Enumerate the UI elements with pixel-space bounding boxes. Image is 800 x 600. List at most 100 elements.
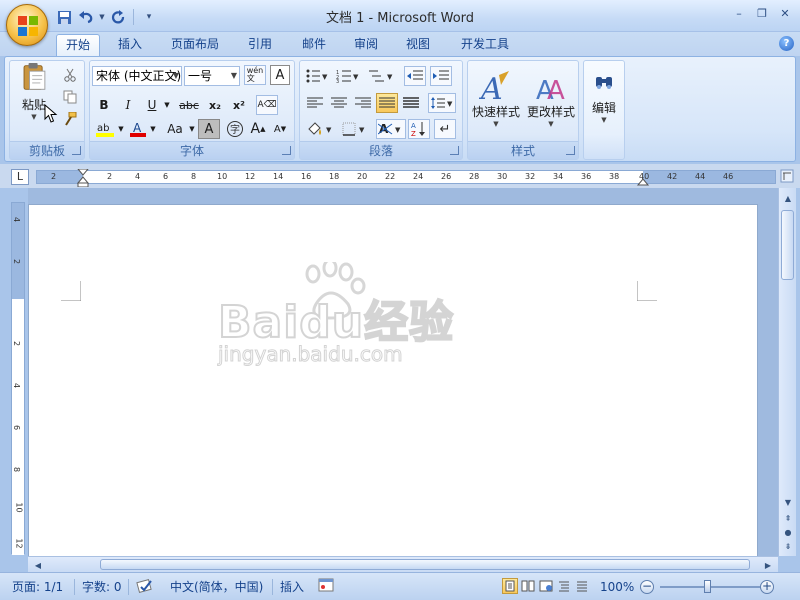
align-left-icon[interactable] (304, 93, 326, 113)
shading-icon[interactable]: ▼ (304, 119, 336, 139)
minimize-button[interactable]: – (728, 4, 750, 22)
zoom-level[interactable]: 100% (600, 579, 634, 595)
help-icon[interactable]: ? (779, 36, 794, 51)
bold-button[interactable]: B (94, 95, 114, 115)
bullets-icon[interactable]: ▼ (304, 66, 330, 86)
font-color-icon[interactable]: A (128, 119, 148, 139)
zoom-in-icon[interactable]: + (760, 580, 774, 594)
tab-insert[interactable]: 插入 (110, 34, 150, 56)
horizontal-scrollbar[interactable]: ◀ ▶ (28, 556, 778, 572)
align-right-icon[interactable] (352, 93, 374, 113)
tab-view[interactable]: 视图 (398, 34, 438, 56)
margin-corner-mark (61, 281, 81, 301)
tab-home[interactable]: 开始 (56, 34, 100, 56)
change-case-dropdown-icon[interactable]: ▼ (188, 119, 196, 139)
web-layout-icon[interactable] (538, 578, 554, 594)
next-page-icon[interactable]: ⇟ (780, 538, 796, 554)
svg-text:A: A (479, 72, 503, 103)
tab-mailings[interactable]: 邮件 (294, 34, 334, 56)
chevron-down-icon: ▼ (172, 71, 179, 80)
underline-dropdown-icon[interactable]: ▼ (162, 95, 172, 115)
copy-icon[interactable] (60, 87, 80, 107)
increase-indent-icon[interactable] (430, 66, 452, 86)
close-button[interactable]: ✕ (774, 4, 796, 22)
borders-icon[interactable]: ▼ (340, 119, 370, 139)
tab-references[interactable]: 引用 (240, 34, 280, 56)
quick-styles-button[interactable]: A 快速样式 ▼ (470, 63, 522, 135)
tab-selector[interactable]: L (11, 169, 29, 185)
clipboard-launcher-icon[interactable] (72, 146, 81, 155)
window-title: 文档 1 - Microsoft Word (325, 11, 475, 26)
shrink-font-button[interactable]: A ▼ (270, 119, 290, 139)
indent-marker-icon[interactable] (77, 169, 89, 187)
distributed-icon[interactable] (400, 93, 422, 113)
decrease-indent-icon[interactable] (404, 66, 426, 86)
align-center-icon[interactable] (328, 93, 350, 113)
zoom-out-icon[interactable]: − (640, 580, 654, 594)
insert-mode[interactable]: 插入 (280, 579, 304, 595)
scroll-thumb[interactable] (781, 210, 794, 280)
numbering-icon[interactable]: 1 2 3 ▼ (334, 66, 362, 86)
office-button[interactable] (6, 4, 48, 46)
clear-formatting-icon[interactable]: A⌫ (256, 95, 278, 115)
tab-developer[interactable]: 开发工具 (452, 34, 518, 56)
scroll-left-icon[interactable]: ◀ (30, 557, 46, 573)
scroll-down-icon[interactable]: ▼ (780, 494, 796, 510)
line-spacing-icon[interactable]: ▼ (428, 93, 456, 113)
justify-icon[interactable] (376, 93, 398, 113)
paste-dropdown-icon: ▼ (31, 113, 37, 121)
grow-font-label: A (250, 121, 261, 137)
paragraph-launcher-icon[interactable] (450, 146, 459, 155)
tab-page-layout[interactable]: 页面布局 (164, 34, 226, 56)
vertical-ruler[interactable]: 4 2 2 4 6 8 10 12 (11, 202, 25, 555)
multilevel-list-icon[interactable]: ▼ (366, 66, 396, 86)
chinese-layout-icon[interactable]: A ▼ (376, 119, 406, 139)
underline-button[interactable]: U (142, 95, 162, 115)
enclose-characters-icon[interactable]: 字 (224, 119, 246, 139)
horizontal-scroll-thumb[interactable] (100, 559, 750, 570)
change-case-button[interactable]: Aa (162, 119, 188, 139)
change-styles-label: 更改样式 (526, 104, 575, 119)
document-page[interactable] (28, 204, 758, 564)
grow-font-button[interactable]: A ▲ (248, 119, 268, 139)
print-layout-icon[interactable] (502, 578, 518, 594)
language-indicator[interactable]: 中文(简体，中国) (170, 579, 263, 595)
strikethrough-button[interactable]: abc (176, 95, 202, 115)
horizontal-ruler[interactable]: 2 2 4 6 8 10 12 14 16 18 20 22 24 26 28 … (36, 169, 776, 187)
scroll-up-icon[interactable]: ▲ (780, 190, 796, 206)
vertical-scrollbar[interactable]: ▲ ▼ ⇞ ● ⇟ (778, 188, 796, 556)
character-border-icon[interactable]: A (270, 65, 290, 85)
chevron-down-icon: ▼ (601, 115, 607, 124)
word-count[interactable]: 字数: 0 (82, 579, 122, 595)
phonetic-guide-icon[interactable]: wén 文 (244, 65, 266, 85)
ruler-number: 36 (581, 172, 592, 181)
scroll-right-icon[interactable]: ▶ (760, 557, 776, 573)
font-color-dropdown-icon[interactable]: ▼ (148, 119, 158, 139)
macro-record-icon[interactable] (318, 577, 334, 593)
tab-review[interactable]: 审阅 (346, 34, 386, 56)
format-painter-icon[interactable] (60, 109, 80, 129)
editing-button[interactable]: 编辑 ▼ (586, 65, 622, 129)
font-name-select[interactable]: 宋体 (中文正文) ▼ (92, 66, 182, 86)
highlight-color-icon[interactable]: ab (94, 119, 116, 139)
subscript-button[interactable]: x₂ (204, 95, 226, 115)
font-launcher-icon[interactable] (282, 146, 291, 155)
change-styles-button[interactable]: A A 更改样式 ▼ (524, 63, 578, 135)
zoom-slider-thumb[interactable] (704, 580, 711, 593)
styles-launcher-icon[interactable] (566, 146, 575, 155)
page-count[interactable]: 页面: 1/1 (12, 579, 63, 595)
cut-icon[interactable] (60, 65, 80, 85)
full-screen-reading-icon[interactable] (520, 578, 536, 594)
character-shading-icon[interactable]: A (198, 119, 220, 139)
superscript-button[interactable]: x² (228, 95, 250, 115)
highlight-dropdown-icon[interactable]: ▼ (116, 119, 126, 139)
show-formatting-icon[interactable]: ↵ (434, 119, 456, 139)
outline-view-icon[interactable] (556, 578, 572, 594)
font-size-select[interactable]: 一号 ▼ (184, 66, 240, 86)
restore-button[interactable]: ❐ (751, 4, 773, 22)
sort-icon[interactable]: AZ (408, 119, 430, 139)
draft-view-icon[interactable] (574, 578, 590, 594)
italic-button[interactable]: I (118, 95, 138, 115)
view-ruler-icon[interactable] (780, 169, 794, 183)
proofing-icon[interactable] (136, 577, 154, 593)
